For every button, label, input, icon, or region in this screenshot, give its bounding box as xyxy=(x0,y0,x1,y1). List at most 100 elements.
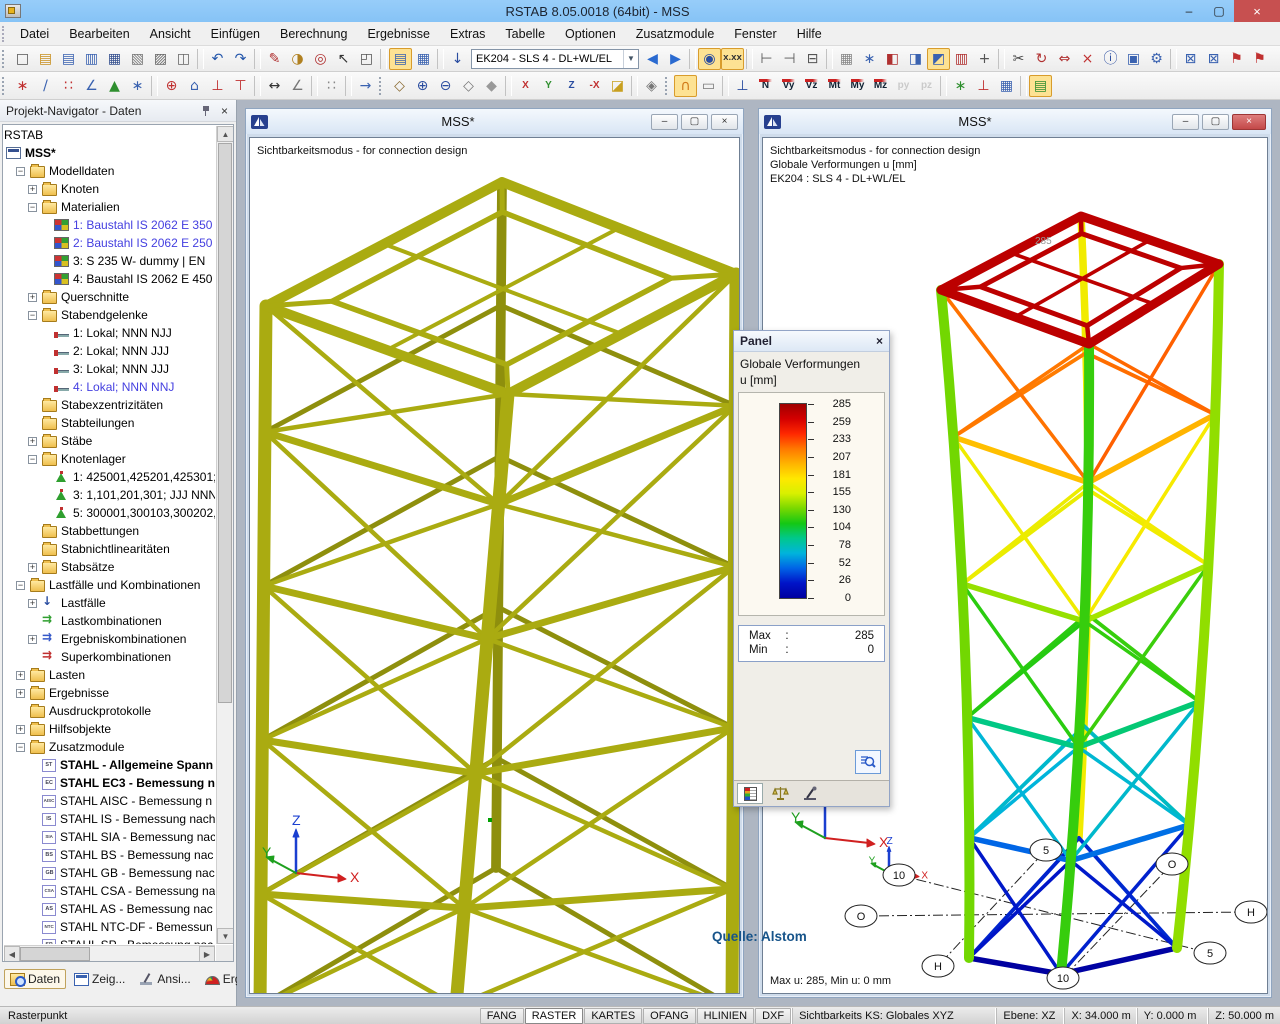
expand-icon[interactable]: + xyxy=(28,185,37,194)
tree-item-stahl[interactable]: SPSTAHL SP - Bemessung nac xyxy=(4,936,215,944)
clipboard-button[interactable]: ▧ xyxy=(126,48,149,70)
tree-item-ausdruckprotokolle[interactable]: Ausdruckprotokolle xyxy=(4,702,215,720)
tree-item-rstab[interactable]: RSTAB xyxy=(4,126,215,144)
toolbar-grip[interactable] xyxy=(2,50,9,68)
zoom-in-button[interactable]: ⊕ xyxy=(411,75,434,97)
collapse-icon[interactable]: − xyxy=(28,203,37,212)
view-minus-x-button[interactable]: -X xyxy=(583,75,606,97)
view-x-button[interactable]: X xyxy=(514,75,537,97)
open-model-button[interactable]: ▤ xyxy=(34,48,57,70)
toolbar-grip[interactable] xyxy=(379,77,386,95)
result-N-button[interactable]: N xyxy=(754,75,777,97)
tree-item-4[interactable]: 4: Lokal; NNN NNJ xyxy=(4,378,215,396)
new-member-button[interactable]: / xyxy=(34,75,57,97)
new-support-button[interactable]: ▲ xyxy=(103,75,126,97)
new-node-button[interactable]: ∗ xyxy=(11,75,34,97)
result-pz-button[interactable]: pz xyxy=(915,75,938,97)
scrollbar-thumb[interactable] xyxy=(218,143,232,703)
tree-item-knotenlager[interactable]: −Knotenlager xyxy=(4,450,215,468)
move-copy-button[interactable]: → xyxy=(354,75,377,97)
tree-item-1[interactable]: 1: Baustahl IS 2062 E 350 xyxy=(4,216,215,234)
edit-mode-button[interactable]: ✎ xyxy=(263,48,286,70)
result-Vy-button[interactable]: Vy xyxy=(777,75,800,97)
tree-item-stabteilungen[interactable]: Stabteilungen xyxy=(4,414,215,432)
load-diagram-button[interactable]: ⊥ xyxy=(972,75,995,97)
member-eccentricities-button[interactable]: ⊣ xyxy=(778,48,801,70)
project-manager-button[interactable]: ▥ xyxy=(80,48,103,70)
tree-item-5[interactable]: 5: 300001,300103,300202, xyxy=(4,504,215,522)
collapse-icon[interactable]: − xyxy=(28,455,37,464)
dimension-button[interactable]: ↔ xyxy=(263,75,286,97)
status-toggle-kartes[interactable]: KARTES xyxy=(584,1008,642,1024)
scroll-down-icon[interactable]: ▼ xyxy=(217,928,234,944)
generate-loads-button[interactable]: ∗ xyxy=(949,75,972,97)
tree-item-stahl[interactable]: STSTAHL - Allgemeine Spann xyxy=(4,756,215,774)
renumber-button[interactable]: ∗ xyxy=(858,48,881,70)
tree-item-stahl[interactable]: ASSTAHL AS - Bemessung nac xyxy=(4,900,215,918)
isometric-view-button[interactable]: ◇ xyxy=(457,75,480,97)
nav-tab-daten[interactable]: Daten xyxy=(4,969,66,989)
redo-button[interactable]: ↷ xyxy=(229,48,252,70)
open-project-button[interactable]: ▤ xyxy=(57,48,80,70)
view-y-button[interactable]: Y xyxy=(537,75,560,97)
tree-item-1[interactable]: 1: Lokal; NNN NJJ xyxy=(4,324,215,342)
result-My-button[interactable]: My xyxy=(846,75,869,97)
loadcase-to-graphic-button[interactable]: ↓ xyxy=(446,48,469,70)
tree-horizontal-scrollbar[interactable]: ◀ ▶ xyxy=(4,945,215,961)
tree-item-stahl[interactable]: ECSTAHL EC3 - Bemessung na xyxy=(4,774,215,792)
child-close-button[interactable]: × xyxy=(1232,114,1266,130)
panel-close-icon[interactable]: × xyxy=(876,334,883,348)
rendering-mode-button[interactable]: ◑ xyxy=(286,48,309,70)
background-color-button[interactable]: ◪ xyxy=(606,75,629,97)
tree-item-knoten[interactable]: +Knoten xyxy=(4,180,215,198)
check-doubles-button[interactable]: ◨ xyxy=(904,48,927,70)
collapse-icon[interactable]: − xyxy=(16,167,25,176)
tree-item-zusatzmodule[interactable]: −Zusatzmodule xyxy=(4,738,215,756)
panel-toggle-button[interactable]: ▤ xyxy=(1029,75,1052,97)
next-loadcase-button[interactable]: ▶ xyxy=(664,48,687,70)
status-toggle-hlinien[interactable]: HLINIEN xyxy=(697,1008,754,1024)
tree-item-stahl[interactable]: SIASTAHL SIA - Bemessung nac xyxy=(4,828,215,846)
menu-ansicht[interactable]: Ansicht xyxy=(140,24,201,44)
tree-vertical-scrollbar[interactable]: ▲ ▼ xyxy=(216,126,233,944)
nav-tab-zeig[interactable]: Zeig... xyxy=(68,969,131,989)
model-viewport[interactable]: XYZ Sichtbarkeitsmodus - for connection … xyxy=(249,137,740,994)
export-flag-3-button[interactable]: ⚑ xyxy=(1225,48,1248,70)
tree-item-modelldaten[interactable]: −Modelldaten xyxy=(4,162,215,180)
menu-einfügen[interactable]: Einfügen xyxy=(201,24,270,44)
collapse-icon[interactable]: − xyxy=(16,743,25,752)
toolbar-grip[interactable] xyxy=(2,77,9,95)
menubar-grip[interactable] xyxy=(2,26,10,42)
table-layout-button[interactable]: ▦ xyxy=(412,48,435,70)
tree-item-4[interactable]: 4: Baustahl IS 2062 E 450 xyxy=(4,270,215,288)
grid-points-button[interactable]: ∷ xyxy=(320,75,343,97)
toolbar-grip[interactable] xyxy=(665,77,672,95)
tree-item-lastfälle[interactable]: −Lastfälle und Kombinationen xyxy=(4,576,215,594)
export-flag-1-button[interactable]: ⊠ xyxy=(1179,48,1202,70)
pan-mode-button[interactable]: ◇ xyxy=(388,75,411,97)
member-divisions-button[interactable]: ⊟ xyxy=(801,48,824,70)
tree-item-2[interactable]: 2: Lokal; NNN JJJ xyxy=(4,342,215,360)
rotate-button[interactable]: ↻ xyxy=(1030,48,1053,70)
expand-icon[interactable]: + xyxy=(16,725,25,734)
print-button[interactable]: ▨ xyxy=(149,48,172,70)
close-button[interactable]: × xyxy=(1234,0,1280,22)
previous-loadcase-button[interactable]: ◀ xyxy=(641,48,664,70)
member-hinges-button[interactable]: ⊢ xyxy=(755,48,778,70)
scroll-right-icon[interactable]: ▶ xyxy=(199,946,215,962)
show-results-button[interactable]: ◉ xyxy=(698,48,721,70)
panel-tab-factors[interactable] xyxy=(767,783,793,804)
restore-button[interactable]: ▢ xyxy=(1204,2,1234,20)
tree-item-stahl[interactable]: ISSTAHL IS - Bemessung nach xyxy=(4,810,215,828)
mirror-button[interactable]: ⇔ xyxy=(1053,48,1076,70)
zoom-out-button[interactable]: ⊖ xyxy=(434,75,457,97)
view-z-button[interactable]: Z xyxy=(560,75,583,97)
module-options-button[interactable]: ▣ xyxy=(1122,48,1145,70)
show-result-values-button[interactable]: X.XX xyxy=(721,48,744,70)
child-restore-button[interactable]: ▢ xyxy=(681,114,708,130)
status-toggle-fang[interactable]: FANG xyxy=(480,1008,524,1024)
tree-item-lastfälle[interactable]: +Lastfälle xyxy=(4,594,215,612)
menu-hilfe[interactable]: Hilfe xyxy=(787,24,832,44)
child-minimize-button[interactable]: – xyxy=(651,114,678,130)
result-Mt-button[interactable]: Mt xyxy=(823,75,846,97)
